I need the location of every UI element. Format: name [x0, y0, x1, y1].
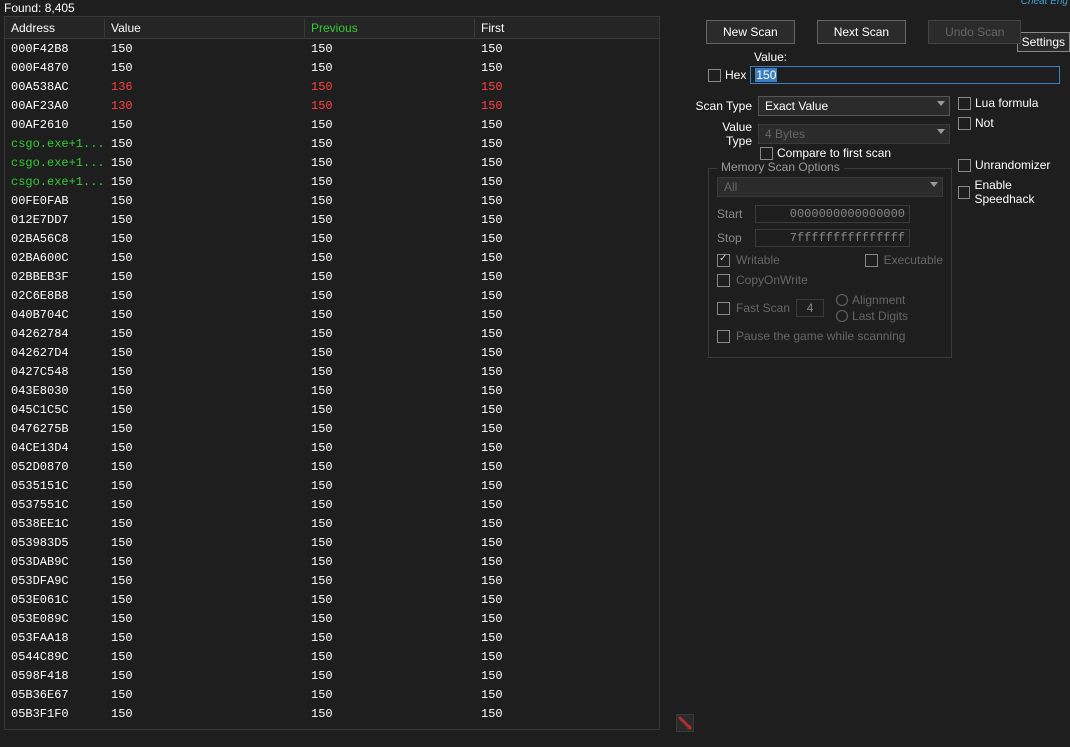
table-row[interactable]: 053983D5150150150	[5, 533, 659, 552]
table-row[interactable]: 042627D4150150150	[5, 343, 659, 362]
undo-scan-button: Undo Scan	[928, 20, 1021, 44]
fast-scan-label: Fast Scan	[736, 301, 790, 315]
table-row[interactable]: 05B36E67150150150	[5, 685, 659, 704]
table-row[interactable]: 02BA600C150150150	[5, 248, 659, 267]
value-input[interactable]: 150	[750, 66, 1060, 84]
executable-label: Executable	[884, 253, 943, 267]
scan-panel: Cheat Eng Settings New Scan Next Scan Un…	[694, 0, 1070, 747]
table-row[interactable]: 0544C89C150150150	[5, 647, 659, 666]
table-row[interactable]: 0427C548150150150	[5, 362, 659, 381]
region-dropdown: All	[717, 177, 943, 197]
table-row[interactable]: 045C1C5C150150150	[5, 400, 659, 419]
executable-checkbox	[865, 254, 878, 267]
fast-scan-input	[796, 299, 824, 317]
writable-label: Writable	[736, 253, 780, 267]
table-row[interactable]: 05B3F1F0150150150	[5, 704, 659, 723]
value-type-dropdown: 4 Bytes	[758, 124, 950, 144]
start-label: Start	[717, 207, 749, 221]
table-row[interactable]: 053E089C150150150	[5, 609, 659, 628]
alignment-label: Alignment	[852, 293, 905, 307]
hex-checkbox[interactable]	[708, 69, 721, 82]
chevron-down-icon	[937, 101, 945, 106]
logo-text: Cheat Eng	[1021, 0, 1068, 7]
table-row[interactable]: 00A538AC136150150	[5, 77, 659, 96]
scan-type-dropdown[interactable]: Exact Value	[758, 96, 950, 116]
next-scan-button[interactable]: Next Scan	[817, 20, 906, 44]
results-table: Address Value Previous First 000F42B8150…	[4, 16, 660, 730]
table-row[interactable]: 0538EE1C150150150	[5, 514, 659, 533]
table-row[interactable]: 040B704C150150150	[5, 305, 659, 324]
last-digits-radio	[836, 310, 848, 322]
col-header-previous[interactable]: Previous	[305, 19, 475, 37]
pause-checkbox	[717, 330, 730, 343]
table-row[interactable]: 04CE13D4150150150	[5, 438, 659, 457]
col-header-value[interactable]: Value	[105, 19, 305, 37]
resize-handle[interactable]	[676, 714, 694, 732]
hex-label: Hex	[725, 68, 746, 82]
table-row[interactable]: 04262784150150150	[5, 324, 659, 343]
table-row[interactable]: 043E8030150150150	[5, 381, 659, 400]
speedhack-label: Enable Speedhack	[974, 178, 1070, 206]
col-header-address[interactable]: Address	[5, 19, 105, 37]
table-row[interactable]: 02BA56C8150150150	[5, 229, 659, 248]
stop-input[interactable]	[755, 229, 910, 247]
alignment-radio	[836, 294, 848, 306]
pause-label: Pause the game while scanning	[736, 329, 905, 343]
compare-label: Compare to first scan	[777, 146, 891, 160]
unrandomizer-label: Unrandomizer	[975, 158, 1050, 172]
results-rows[interactable]: 000F42B8150150150000F487015015015000A538…	[5, 39, 659, 729]
fast-scan-checkbox	[717, 302, 730, 315]
speedhack-checkbox[interactable]	[958, 186, 970, 199]
table-row[interactable]: 012E7DD7150150150	[5, 210, 659, 229]
value-label: Value:	[754, 50, 787, 64]
table-row[interactable]: csgo.exe+1...150150150	[5, 153, 659, 172]
table-row[interactable]: 0535151C150150150	[5, 476, 659, 495]
table-row[interactable]: 02BBEB3F150150150	[5, 267, 659, 286]
found-count-label: Found: 8,405	[0, 0, 79, 16]
not-checkbox[interactable]	[958, 117, 971, 130]
table-row[interactable]: 053FAA18150150150	[5, 628, 659, 647]
table-row[interactable]: 053DFA9C150150150	[5, 571, 659, 590]
table-row[interactable]: 0476275B150150150	[5, 419, 659, 438]
lua-checkbox[interactable]	[958, 97, 971, 110]
stop-label: Stop	[717, 231, 749, 245]
start-input[interactable]	[755, 205, 910, 223]
unrandomizer-checkbox[interactable]	[958, 159, 971, 172]
cow-checkbox	[717, 274, 730, 287]
table-row[interactable]: 0537551C150150150	[5, 495, 659, 514]
scan-type-label: Scan Type	[694, 99, 752, 113]
results-header: Address Value Previous First	[5, 17, 659, 39]
memory-scan-options: Memory Scan Options All Start Stop Writa…	[708, 168, 952, 358]
table-row[interactable]: 000F4870150150150	[5, 58, 659, 77]
table-row[interactable]: 00AF2610150150150	[5, 115, 659, 134]
compare-checkbox[interactable]	[760, 147, 773, 160]
table-row[interactable]: 00AF23A0130150150	[5, 96, 659, 115]
table-row[interactable]: 053E061C150150150	[5, 590, 659, 609]
last-digits-label: Last Digits	[852, 309, 908, 323]
memory-options-title: Memory Scan Options	[717, 160, 844, 174]
col-header-first[interactable]: First	[475, 19, 659, 37]
table-row[interactable]: 0598F418150150150	[5, 666, 659, 685]
settings-button[interactable]: Settings	[1017, 32, 1070, 52]
lua-label: Lua formula	[975, 96, 1038, 110]
value-type-label: Value Type	[694, 120, 752, 148]
cow-label: CopyOnWrite	[736, 273, 808, 287]
table-row[interactable]: csgo.exe+1...150150150	[5, 134, 659, 153]
writable-checkbox	[717, 254, 730, 267]
table-row[interactable]: 052D0870150150150	[5, 457, 659, 476]
not-label: Not	[975, 116, 994, 130]
new-scan-button[interactable]: New Scan	[706, 20, 795, 44]
table-row[interactable]: 02C6E8B8150150150	[5, 286, 659, 305]
table-row[interactable]: 00FE0FAB150150150	[5, 191, 659, 210]
table-row[interactable]: csgo.exe+1...150150150	[5, 172, 659, 191]
chevron-down-icon	[930, 182, 938, 187]
chevron-down-icon	[937, 129, 945, 134]
table-row[interactable]: 053DAB9C150150150	[5, 552, 659, 571]
table-row[interactable]: 000F42B8150150150	[5, 39, 659, 58]
